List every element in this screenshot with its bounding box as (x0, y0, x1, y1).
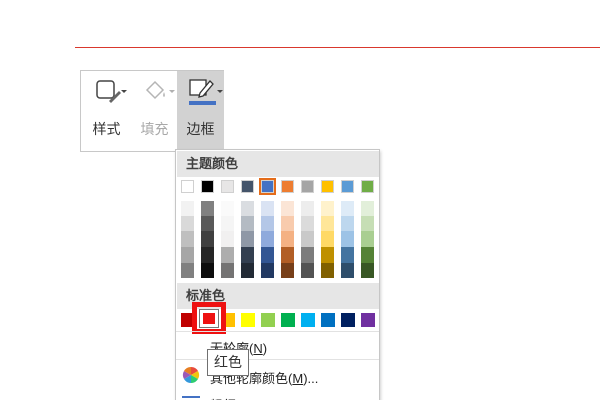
theme-color-swatch[interactable] (301, 180, 314, 193)
red-swatch-selected[interactable] (199, 309, 219, 328)
border-label: 边框 (186, 121, 215, 137)
theme-colors-header: 主题颜色 (177, 151, 379, 177)
theme-shade-swatch[interactable] (261, 263, 274, 278)
theme-shade-swatch[interactable] (261, 231, 274, 247)
theme-color-swatch[interactable] (259, 178, 276, 195)
theme-color-swatch[interactable] (221, 180, 234, 193)
screen: { "mini_toolbar": { "style_label": "样式",… (0, 0, 600, 400)
slide-red-guide-line (75, 47, 600, 48)
standard-color-swatch[interactable] (341, 313, 355, 327)
standard-color-swatch[interactable] (241, 313, 255, 327)
border-button[interactable]: 边框 (177, 71, 224, 152)
theme-shade-swatch[interactable] (321, 201, 334, 217)
standard-color-swatch[interactable] (261, 313, 275, 327)
theme-shade-swatch[interactable] (201, 201, 214, 217)
fill-button[interactable]: 填充 (131, 71, 178, 152)
theme-color-swatch[interactable] (201, 180, 214, 193)
theme-shade-swatch[interactable] (301, 216, 314, 232)
theme-shade-swatch[interactable] (321, 247, 334, 263)
line-weight-item[interactable]: 粗细 (176, 390, 379, 400)
theme-shade-swatch[interactable] (241, 247, 254, 263)
theme-color-swatch[interactable] (281, 180, 294, 193)
style-button[interactable]: 样式 (83, 71, 130, 152)
theme-shade-swatch[interactable] (341, 263, 354, 278)
theme-shade-swatch[interactable] (201, 231, 214, 247)
theme-shade-swatch[interactable] (281, 216, 294, 232)
theme-shade-swatch[interactable] (321, 216, 334, 232)
color-wheel-icon (182, 366, 200, 384)
line-weight-label: 粗细 (210, 395, 236, 400)
theme-shade-swatch[interactable] (221, 231, 234, 247)
chevron-down-icon (121, 90, 127, 93)
fill-label: 填充 (140, 121, 169, 137)
theme-shade-swatch[interactable] (221, 201, 234, 217)
theme-shade-swatch[interactable] (281, 231, 294, 247)
theme-shade-swatch[interactable] (301, 247, 314, 263)
theme-shade-swatch[interactable] (181, 263, 194, 278)
theme-shade-swatch[interactable] (241, 231, 254, 247)
theme-shade-swatch[interactable] (361, 247, 374, 263)
standard-color-swatch[interactable] (281, 313, 295, 327)
theme-color-swatch[interactable] (321, 180, 334, 193)
theme-shade-swatch[interactable] (261, 201, 274, 217)
theme-shade-swatch[interactable] (281, 263, 294, 278)
mini-toolbar: 样式 填充 边框 (80, 70, 224, 152)
theme-color-swatch[interactable] (341, 180, 354, 193)
shape-style-icon (96, 80, 121, 103)
chevron-down-icon (217, 90, 223, 93)
theme-shade-swatch[interactable] (241, 263, 254, 278)
theme-shade-swatch[interactable] (301, 231, 314, 247)
theme-shade-swatch[interactable] (321, 231, 334, 247)
pen-outline-icon (189, 79, 216, 105)
theme-shade-swatch[interactable] (241, 216, 254, 232)
standard-color-swatch[interactable] (321, 313, 335, 327)
standard-color-swatch[interactable] (361, 313, 375, 327)
chevron-down-icon (169, 90, 175, 93)
theme-shade-swatch[interactable] (281, 247, 294, 263)
paint-bucket-icon (145, 80, 165, 100)
theme-shade-swatch[interactable] (361, 231, 374, 247)
theme-shade-swatch[interactable] (341, 247, 354, 263)
theme-shade-swatch[interactable] (341, 201, 354, 217)
theme-shade-swatch[interactable] (361, 263, 374, 278)
theme-color-swatch[interactable] (241, 180, 254, 193)
standard-color-swatch[interactable] (301, 313, 315, 327)
theme-shade-swatch[interactable] (181, 231, 194, 247)
theme-shade-swatch[interactable] (321, 263, 334, 278)
theme-shade-swatch[interactable] (221, 216, 234, 232)
theme-shade-swatch[interactable] (201, 216, 214, 232)
theme-color-swatch[interactable] (361, 180, 374, 193)
theme-shade-swatch[interactable] (221, 263, 234, 278)
theme-shade-swatch[interactable] (361, 201, 374, 217)
divider (176, 331, 379, 332)
theme-shade-swatch[interactable] (281, 201, 294, 217)
color-tooltip: 红色 (207, 349, 249, 376)
theme-shade-swatch[interactable] (301, 201, 314, 217)
theme-shade-swatch[interactable] (181, 247, 194, 263)
theme-shade-swatch[interactable] (261, 216, 274, 232)
theme-shade-swatch[interactable] (201, 247, 214, 263)
theme-color-swatch[interactable] (181, 180, 194, 193)
theme-shade-swatch[interactable] (261, 247, 274, 263)
theme-shade-swatch[interactable] (341, 216, 354, 232)
theme-shade-swatch[interactable] (361, 216, 374, 232)
style-label: 样式 (92, 121, 121, 137)
theme-shade-swatch[interactable] (341, 231, 354, 247)
theme-shade-swatch[interactable] (241, 201, 254, 217)
theme-shade-swatch[interactable] (221, 247, 234, 263)
line-weight-icon (182, 396, 200, 398)
theme-shade-swatch[interactable] (201, 263, 214, 278)
theme-shade-swatch[interactable] (181, 201, 194, 217)
theme-shade-swatch[interactable] (301, 263, 314, 278)
theme-shade-swatch[interactable] (181, 216, 194, 232)
